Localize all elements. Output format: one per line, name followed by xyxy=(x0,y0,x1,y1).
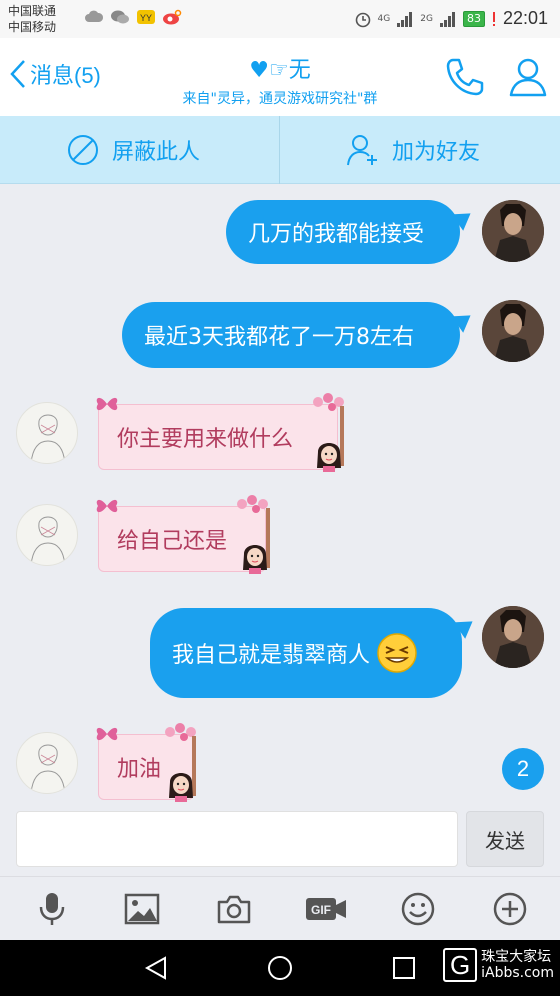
status-bar: 中国联通 中国移动 YY 4G 2G 83 22:01 xyxy=(0,0,560,38)
emoji-button[interactable] xyxy=(398,889,438,929)
grin-emoji-icon xyxy=(377,633,417,673)
butterfly-icon xyxy=(96,499,118,513)
avatar[interactable] xyxy=(482,300,544,362)
message-bubble-outgoing[interactable]: 我自己就是翡翠商人 xyxy=(150,608,462,698)
avatar[interactable] xyxy=(16,732,78,794)
battery-level: 83 xyxy=(462,10,485,27)
avatar[interactable] xyxy=(482,200,544,262)
avatar-sketch-icon xyxy=(30,414,66,463)
gif-icon: GIF xyxy=(306,898,346,920)
voice-button[interactable] xyxy=(32,889,72,929)
unread-count-badge[interactable]: 2 xyxy=(502,748,544,790)
profile-button[interactable] xyxy=(508,56,548,102)
block-icon xyxy=(68,135,98,165)
svg-text:GIF: GIF xyxy=(311,903,331,917)
network-type-1: 4G xyxy=(377,13,391,24)
square-recents-icon xyxy=(393,957,415,979)
avatar[interactable] xyxy=(16,402,78,464)
cartoon-girl-icon xyxy=(169,773,193,802)
network-type-2: 2G xyxy=(420,13,433,24)
watermark-line2: iAbbs.com xyxy=(481,965,554,981)
warning-icon xyxy=(492,11,495,26)
add-friend-icon xyxy=(347,135,377,166)
camera-icon xyxy=(217,895,251,924)
butterfly-icon xyxy=(96,727,118,741)
carrier-secondary: 中国移动 xyxy=(8,20,57,34)
watermark-logo: G xyxy=(443,948,478,982)
message-input[interactable] xyxy=(16,811,458,867)
avatar-image-icon xyxy=(482,300,544,362)
system-nav-bar: G 珠宝大家坛 iAbbs.com xyxy=(0,940,560,996)
alarm-icon xyxy=(355,12,370,27)
plus-icon xyxy=(493,892,527,926)
cartoon-girl-icon xyxy=(317,443,341,472)
avatar[interactable] xyxy=(482,606,544,668)
message-text: 几万的我都能接受 xyxy=(248,222,425,247)
cartoon-girl-icon xyxy=(243,545,267,574)
notification-icons: YY xyxy=(84,9,182,25)
send-button[interactable]: 发送 xyxy=(466,811,544,867)
call-button[interactable] xyxy=(444,56,486,102)
add-friend-button[interactable]: 加为好友 xyxy=(346,116,480,184)
nav-recents-button[interactable] xyxy=(388,952,420,984)
emoji-icon xyxy=(401,892,435,926)
divider xyxy=(279,116,280,184)
message-text: 给自己还是 xyxy=(117,529,228,554)
clock: 22:01 xyxy=(502,8,548,28)
chat-header: 消息(5) ♥☞无 来自"灵异，通灵游戏研究社"群 xyxy=(0,38,560,116)
weibo-icon xyxy=(163,9,182,25)
gif-button[interactable]: GIF xyxy=(304,889,348,929)
message-bubble-incoming[interactable]: 你主要用来做什么 xyxy=(98,404,338,470)
avatar-sketch-icon xyxy=(30,516,66,565)
microphone-icon xyxy=(39,893,65,925)
action-bar: 屏蔽此人 加为好友 xyxy=(0,116,560,184)
input-bar: 发送 xyxy=(0,806,560,876)
butterfly-icon xyxy=(96,397,118,411)
status-right: 4G 2G 83 22:01 xyxy=(354,8,548,29)
wechat-icon xyxy=(111,10,129,24)
message-text: 加油 xyxy=(117,757,162,782)
more-button[interactable] xyxy=(490,889,530,929)
input-toolbar: GIF xyxy=(0,876,560,940)
signal-bars-icon xyxy=(439,11,455,27)
svg-text:YY: YY xyxy=(140,13,152,23)
avatar-sketch-icon xyxy=(30,744,66,793)
message-text: 最近3天我都花了一万8左右 xyxy=(144,325,414,350)
image-button[interactable] xyxy=(122,889,162,929)
block-user-button[interactable]: 屏蔽此人 xyxy=(66,116,200,184)
nav-home-button[interactable] xyxy=(264,952,296,984)
nav-back-button[interactable] xyxy=(140,952,172,984)
phone-icon xyxy=(446,58,484,96)
message-list[interactable]: 几万的我都能接受 最近3天我都花了一万8左右 你主要用来做什么 给自己还是 我自… xyxy=(0,184,560,806)
message-bubble-outgoing[interactable]: 最近3天我都花了一万8左右 xyxy=(122,302,460,368)
watermark-line1: 珠宝大家坛 xyxy=(481,949,552,965)
watermark: G 珠宝大家坛 iAbbs.com xyxy=(443,948,554,982)
triangle-back-icon xyxy=(144,956,166,980)
avatar-image-icon xyxy=(482,200,544,262)
cloud-icon xyxy=(85,10,104,22)
image-icon xyxy=(124,893,160,925)
carrier-primary: 中国联通 xyxy=(8,4,57,18)
circle-home-icon xyxy=(268,956,292,980)
signal-bars-icon xyxy=(397,11,413,27)
message-text: 你主要用来做什么 xyxy=(117,427,294,452)
camera-button[interactable] xyxy=(214,889,254,929)
add-friend-label: 加为好友 xyxy=(392,140,481,165)
message-bubble-outgoing[interactable]: 几万的我都能接受 xyxy=(226,200,460,264)
block-user-label: 屏蔽此人 xyxy=(112,140,201,165)
yy-icon: YY xyxy=(137,10,155,24)
avatar-image-icon xyxy=(482,606,544,668)
profile-icon xyxy=(509,58,547,97)
avatar[interactable] xyxy=(16,504,78,566)
message-text: 我自己就是翡翠商人 xyxy=(172,643,371,668)
